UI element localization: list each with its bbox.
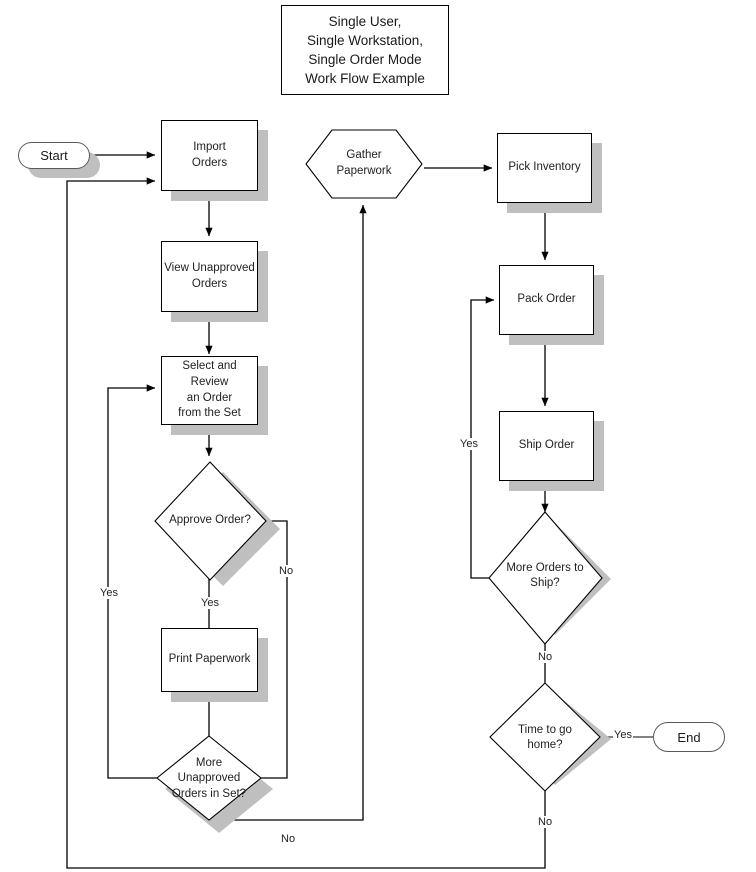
- pack-order-label: Pack Order: [517, 293, 576, 306]
- view-unapproved-orders-label-line-1: View Unapproved: [164, 261, 255, 274]
- select-and-review-label-line-2: an Order: [186, 391, 233, 404]
- view-unapproved-orders-label-line-2: Orders: [191, 277, 228, 290]
- approve-order-node[interactable]: Approve Order?: [153, 459, 281, 587]
- time-to-go-home-diamond: [489, 682, 601, 792]
- edge-label-time-home-yes: Yes: [613, 729, 633, 741]
- pack-order-node[interactable]: Pack Order: [499, 265, 594, 335]
- flowchart-canvas: Single User, Single Workstation, Single …: [0, 0, 756, 872]
- edge-label-more-orders-ship-no: No: [537, 651, 554, 663]
- edge-label-more-unapproved-no: No: [280, 833, 297, 845]
- pick-inventory-node[interactable]: Pick Inventory: [497, 133, 592, 203]
- title-line-1: Single User,: [328, 13, 402, 29]
- start-node[interactable]: Start: [18, 142, 90, 169]
- import-orders-label-line-1: Import: [193, 140, 226, 153]
- ship-order-label: Ship Order: [518, 439, 575, 452]
- ship-order-node[interactable]: Ship Order: [499, 411, 594, 481]
- more-orders-to-ship-diamond: [488, 511, 603, 645]
- edge-label-select-loop-yes: Yes: [99, 587, 119, 599]
- time-to-go-home-node[interactable]: Time to go home?: [487, 681, 615, 799]
- start-node-label: Start: [40, 148, 68, 163]
- edge-time-home-no-to-import: [66, 177, 546, 869]
- title-line-4: Work Flow Example: [305, 71, 425, 87]
- print-paperwork-label: Print Paperwork: [168, 653, 251, 666]
- end-node-label: End: [677, 729, 701, 745]
- select-and-review-node[interactable]: Select and Review an Order from the Set: [161, 356, 258, 425]
- diagram-title-box: Single User, Single Workstation, Single …: [281, 5, 449, 95]
- select-and-review-label-line-3: from the Set: [178, 407, 241, 420]
- more-unapproved-orders-node[interactable]: More Unapproved Orders in Set?: [155, 734, 275, 844]
- edge-label-time-home-no: No: [537, 816, 554, 828]
- edge-label-approve-yes: Yes: [200, 597, 220, 609]
- gather-paperwork-node[interactable]: Gather Paperwork: [304, 128, 428, 204]
- select-and-review-label-line-1: Select and Review: [182, 360, 237, 388]
- title-line-2: Single Workstation,: [306, 32, 424, 48]
- import-orders-label-line-2: Orders: [191, 156, 228, 169]
- title-line-3: Single Order Mode: [308, 52, 422, 67]
- approve-order-diamond: [154, 461, 267, 581]
- import-orders-node[interactable]: Import Orders: [161, 120, 258, 191]
- more-orders-to-ship-node[interactable]: More Orders to Ship?: [485, 509, 615, 649]
- pick-inventory-label: Pick Inventory: [508, 161, 581, 174]
- end-node[interactable]: End: [653, 722, 725, 752]
- edge-label-more-orders-ship-yes: Yes: [459, 438, 479, 450]
- gather-paperwork-hexagon: [305, 129, 423, 199]
- view-unapproved-orders-node[interactable]: View Unapproved Orders: [161, 241, 258, 312]
- print-paperwork-node[interactable]: Print Paperwork: [161, 628, 258, 692]
- edge-label-approve-no: No: [278, 565, 295, 577]
